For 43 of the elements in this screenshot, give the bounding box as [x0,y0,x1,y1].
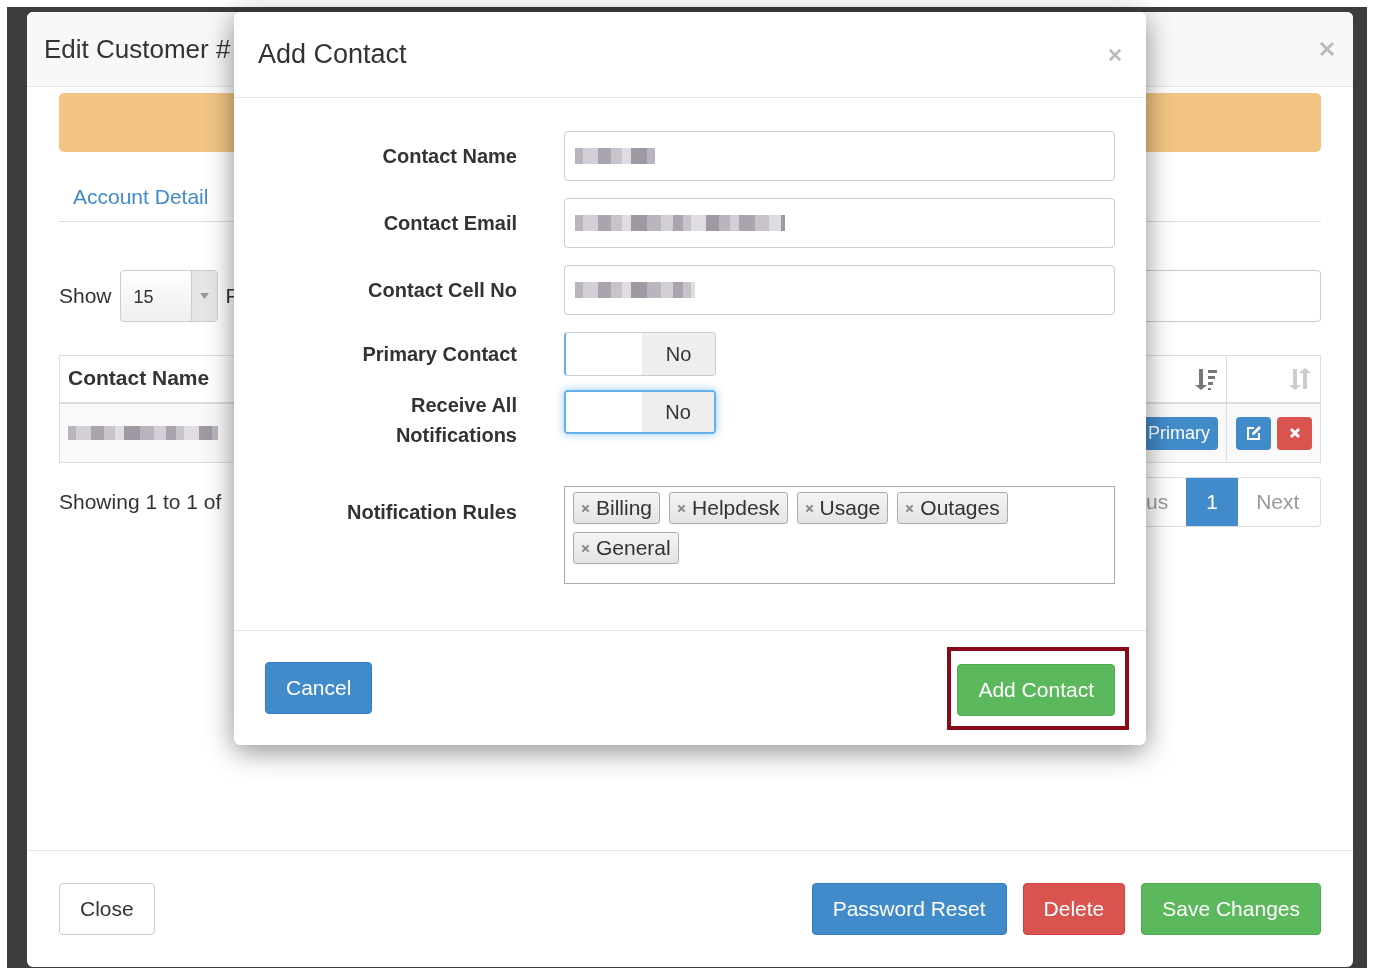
dialog-button[interactable]: Cancel [265,662,373,714]
toggle-switch[interactable]: No [564,332,716,376]
show-label: Show [59,284,112,308]
sort-icon [1288,367,1312,391]
input-field[interactable] [564,198,1115,248]
edit-icon [1245,425,1262,441]
tags-field[interactable]: Billing Helpdesk Usage Outages General [564,486,1115,584]
field-label: Notification Rules [346,500,517,525]
remove-icon[interactable] [581,503,590,513]
footer-button[interactable]: Delete [1022,883,1126,935]
remove-icon[interactable] [905,503,915,513]
field-label: Contact Email [382,211,517,236]
primary-button[interactable]: Primary [1146,416,1218,450]
input-field[interactable] [564,265,1115,315]
remove-icon[interactable] [677,503,687,513]
caret-icon [199,293,209,299]
remove-icon[interactable] [581,543,590,553]
field-label: Receive All Notifications [394,393,517,448]
field-label: Contact Name [381,144,517,169]
tag[interactable]: Billing [573,492,661,524]
dialog-title: Edit Customer # [44,33,231,65]
field-label: Contact Cell No [367,278,517,303]
page-size-select[interactable]: 15 [119,270,218,322]
tag[interactable]: General [573,532,679,564]
table-summary: Showing 1 to 1 of [59,490,222,514]
footer-button[interactable]: Password Reset [811,883,1007,935]
tag[interactable]: Usage [796,492,889,524]
tag[interactable]: Helpdesk [669,492,788,524]
footer-button[interactable]: Close [59,883,155,935]
input-field[interactable] [564,131,1115,181]
delete-button[interactable] [1277,416,1312,450]
close-icon[interactable] [1108,47,1122,62]
close-icon [1288,427,1301,439]
toggle-switch[interactable]: No [564,390,716,434]
tag[interactable]: Outages [897,492,1008,524]
close-icon[interactable] [1319,41,1335,57]
remove-icon[interactable] [804,503,814,513]
tab[interactable]: Account Detail [59,184,223,209]
field-label: Primary Contact [361,342,517,367]
sort-descending-icon [1194,367,1218,391]
dialog-title: Add Contact [258,39,407,70]
edit-button[interactable] [1236,416,1271,450]
page-link[interactable]: 1 [1186,478,1239,526]
